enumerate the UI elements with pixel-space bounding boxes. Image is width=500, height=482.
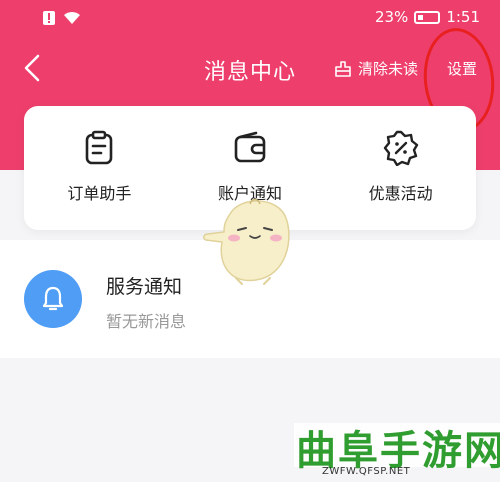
order-assistant-label: 订单助手 xyxy=(67,184,132,203)
clear-unread-button[interactable]: 清除未读 xyxy=(334,58,430,79)
order-assistant-item[interactable]: 订单助手 xyxy=(24,106,175,230)
discount-badge-icon xyxy=(383,130,418,166)
status-time: 1:51 xyxy=(446,8,480,26)
wallet-icon xyxy=(234,131,266,163)
notice-subtitle: 暂无新消息 xyxy=(106,312,187,331)
battery-icon xyxy=(414,10,441,24)
clear-unread-label: 清除未读 xyxy=(358,60,419,78)
bell-icon xyxy=(24,270,82,328)
mascot-sticker-icon xyxy=(203,198,290,285)
clipboard-icon xyxy=(86,130,113,165)
watermark-url: ZWFW.QFSP.NET xyxy=(322,466,411,477)
battery-percent: 23% xyxy=(374,8,409,26)
promotions-label: 优惠活动 xyxy=(368,184,433,203)
status-bar: 23% 1:51 xyxy=(0,0,500,38)
broom-icon xyxy=(335,60,351,77)
notice-title: 服务通知 xyxy=(106,276,183,298)
wifi-icon xyxy=(64,11,80,24)
status-left xyxy=(42,10,82,26)
promotions-item[interactable]: 优惠活动 xyxy=(325,106,476,230)
status-right: 23% 1:51 xyxy=(375,8,480,26)
notification-alert-icon xyxy=(43,11,55,25)
